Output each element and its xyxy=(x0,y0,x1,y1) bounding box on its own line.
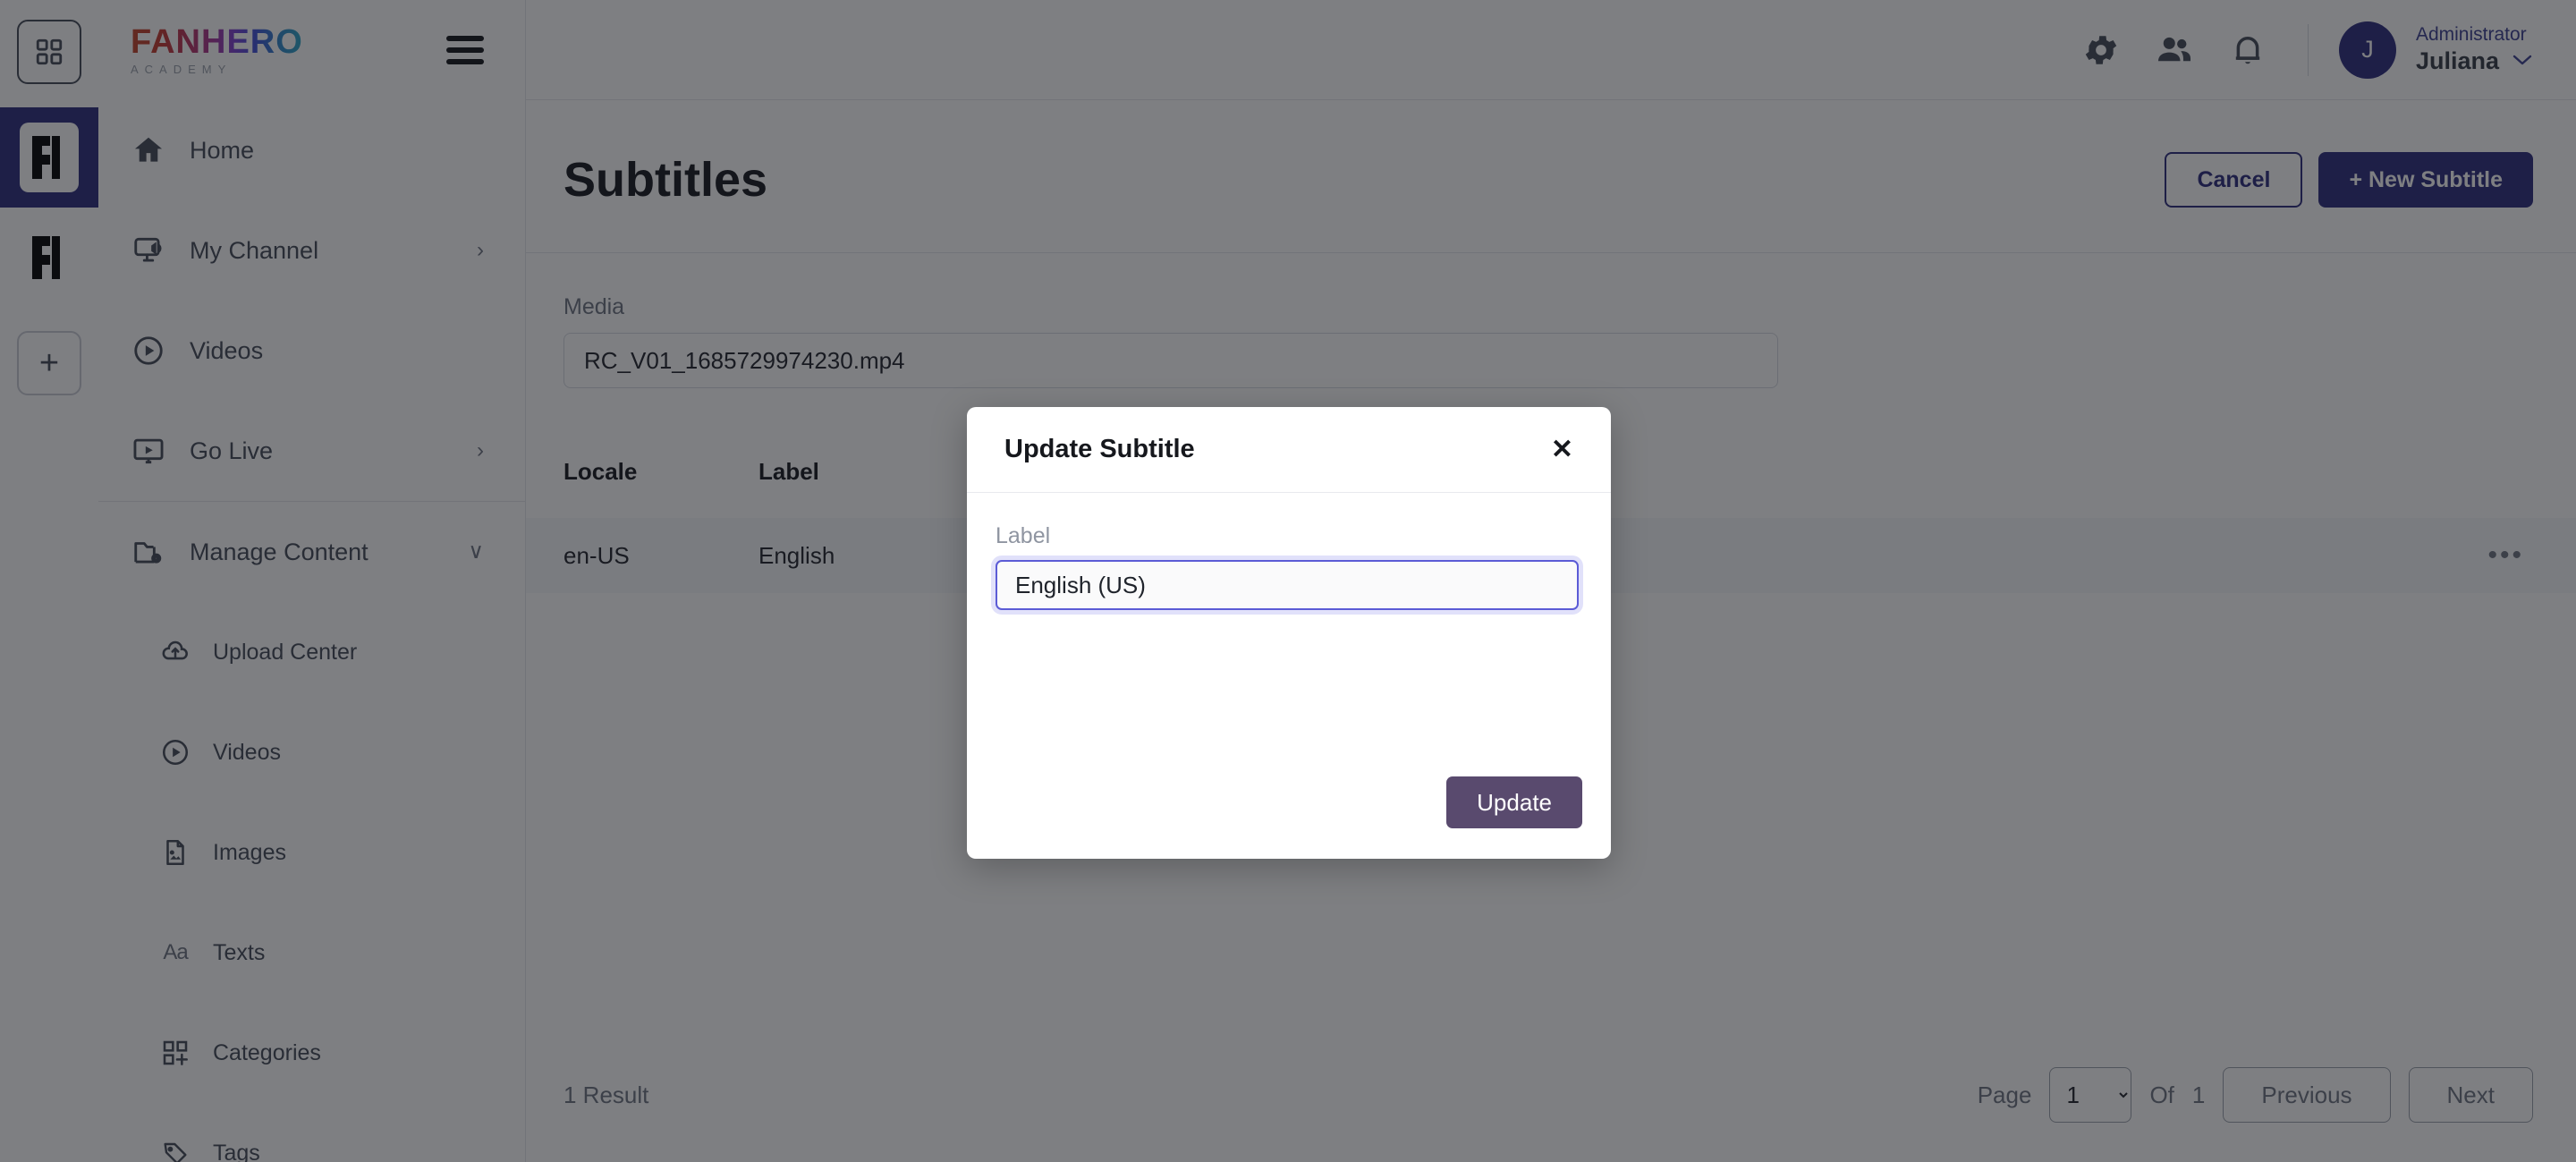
app-root: + FANHERO ACADEMY Home xyxy=(0,0,2576,1162)
label-field-label: Label xyxy=(996,523,1051,548)
close-icon[interactable]: ✕ xyxy=(1551,436,1573,463)
modal-title: Update Subtitle xyxy=(1004,435,1195,463)
modal-header: Update Subtitle ✕ xyxy=(967,407,1611,493)
update-button[interactable]: Update xyxy=(1446,776,1582,828)
update-subtitle-modal: Update Subtitle ✕ Label Update xyxy=(967,407,1611,859)
label-input[interactable] xyxy=(996,560,1579,610)
modal-footer: Update xyxy=(967,776,1611,859)
modal-body: Label xyxy=(967,493,1611,776)
